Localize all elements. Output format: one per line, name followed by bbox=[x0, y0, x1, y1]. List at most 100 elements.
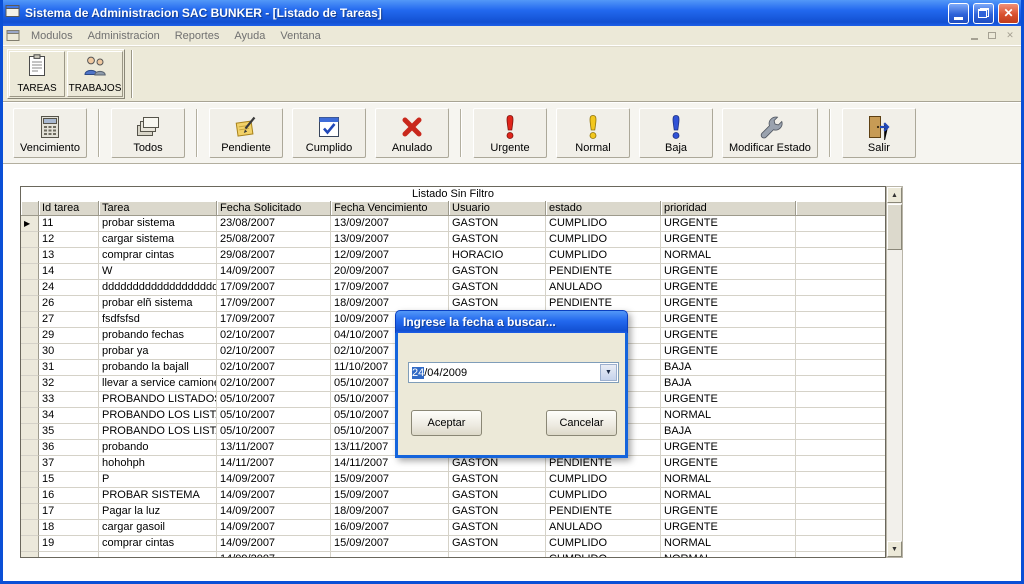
table-row[interactable]: 19comprar cintas14/09/200715/09/2007GAST… bbox=[21, 536, 885, 552]
baja-button[interactable]: Baja bbox=[639, 108, 713, 158]
row-selector[interactable] bbox=[21, 248, 39, 264]
table-cell-filler bbox=[796, 216, 885, 232]
todos-button[interactable]: Todos bbox=[111, 108, 185, 158]
mdi-restore-icon[interactable] bbox=[984, 29, 1000, 43]
table-row[interactable]: 16PROBAR SISTEMA14/09/200715/09/2007GAST… bbox=[21, 488, 885, 504]
row-selector[interactable] bbox=[21, 488, 39, 504]
table-cell: PROBANDO LOS LISTA bbox=[99, 408, 217, 424]
row-selector[interactable] bbox=[21, 520, 39, 536]
menu-modulos[interactable]: Modulos bbox=[24, 28, 80, 44]
table-cell: 29/08/2007 bbox=[217, 248, 331, 264]
table-cell: 14/09/2007 bbox=[217, 536, 331, 552]
vencimiento-button[interactable]: Vencimiento bbox=[13, 108, 87, 158]
row-selector[interactable] bbox=[21, 424, 39, 440]
column-header-fecha-solicitado[interactable]: Fecha Solicitado bbox=[217, 201, 331, 216]
table-row[interactable]: 12cargar sistema25/08/200713/09/2007GAST… bbox=[21, 232, 885, 248]
table-cell: 15/09/2007 bbox=[331, 488, 449, 504]
table-row[interactable]: ▶11probar sistema23/08/200713/09/2007GAS… bbox=[21, 216, 885, 232]
anulado-button[interactable]: Anulado bbox=[375, 108, 449, 158]
date-combobox[interactable]: 24/04/2009 ▼ bbox=[408, 362, 619, 383]
table-row[interactable]: 15P14/09/200715/09/2007GASTONCUMPLIDONOR… bbox=[21, 472, 885, 488]
scroll-up-button[interactable]: ▲ bbox=[887, 187, 902, 203]
tareas-button[interactable]: TAREAS bbox=[9, 51, 65, 97]
row-selector[interactable] bbox=[21, 440, 39, 456]
modificar-estado-button[interactable]: Modificar Estado bbox=[722, 108, 818, 158]
table-row[interactable]: 37hohohph14/11/200714/11/2007GASTONPENDI… bbox=[21, 456, 885, 472]
salir-button[interactable]: Salir bbox=[842, 108, 916, 158]
menu-reportes[interactable]: Reportes bbox=[168, 28, 227, 44]
table-row[interactable]: 14/09/2007CUMPLIDONORMAL bbox=[21, 552, 885, 558]
table-cell: 18 bbox=[39, 520, 99, 536]
table-cell: 11 bbox=[39, 216, 99, 232]
row-selector[interactable] bbox=[21, 552, 39, 558]
table-cell: 17/09/2007 bbox=[217, 312, 331, 328]
table-row[interactable]: 17Pagar la luz14/09/200718/09/2007GASTON… bbox=[21, 504, 885, 520]
row-selector[interactable] bbox=[21, 344, 39, 360]
table-cell: 05/10/2007 bbox=[217, 408, 331, 424]
column-header-id-tarea[interactable]: Id tarea bbox=[39, 201, 99, 216]
mdi-minimize-icon[interactable] bbox=[966, 29, 982, 43]
close-button[interactable]: ✕ bbox=[998, 3, 1019, 24]
row-selector[interactable] bbox=[21, 312, 39, 328]
combo-dropdown-button[interactable]: ▼ bbox=[600, 364, 617, 381]
scroll-thumb[interactable] bbox=[887, 204, 902, 250]
table-cell: 13/09/2007 bbox=[331, 216, 449, 232]
row-selector[interactable] bbox=[21, 392, 39, 408]
table-cell-filler bbox=[796, 408, 885, 424]
anulado-label: Anulado bbox=[392, 142, 432, 154]
table-row[interactable]: 18cargar gasoil14/09/200716/09/2007GASTO… bbox=[21, 520, 885, 536]
menu-administracion[interactable]: Administracion bbox=[81, 28, 167, 44]
column-header-estado[interactable]: estado bbox=[546, 201, 661, 216]
dialog-title-bar[interactable]: Ingrese la fecha a buscar... bbox=[395, 310, 628, 333]
stack-icon bbox=[135, 113, 161, 141]
table-cell: 02/10/2007 bbox=[217, 344, 331, 360]
table-cell: PROBAR SISTEMA bbox=[99, 488, 217, 504]
row-selector[interactable] bbox=[21, 376, 39, 392]
scroll-down-button[interactable]: ▼ bbox=[887, 541, 902, 557]
table-cell: CUMPLIDO bbox=[546, 248, 661, 264]
column-header-tarea[interactable]: Tarea bbox=[99, 201, 217, 216]
table-cell-filler bbox=[796, 440, 885, 456]
title-bar[interactable]: Sistema de Administracion SAC BUNKER - [… bbox=[0, 0, 1024, 26]
child-window-icon[interactable] bbox=[6, 28, 21, 43]
table-row[interactable]: 24dddddddddddddddddddd17/09/200717/09/20… bbox=[21, 280, 885, 296]
urgente-button[interactable]: Urgente bbox=[473, 108, 547, 158]
row-selector[interactable] bbox=[21, 408, 39, 424]
restore-icon bbox=[978, 8, 989, 18]
row-selector[interactable] bbox=[21, 280, 39, 296]
table-row[interactable]: 14W14/09/200720/09/2007GASTONPENDIENTEUR… bbox=[21, 264, 885, 280]
current-row-marker[interactable]: ▶ bbox=[21, 216, 39, 232]
row-selector[interactable] bbox=[21, 232, 39, 248]
column-header-prioridad[interactable]: prioridad bbox=[661, 201, 796, 216]
mdi-window-controls: ✕ bbox=[966, 29, 1018, 43]
table-cell bbox=[331, 552, 449, 558]
row-selector[interactable] bbox=[21, 536, 39, 552]
row-selector[interactable] bbox=[21, 504, 39, 520]
restore-button[interactable] bbox=[973, 3, 994, 24]
menu-ventana[interactable]: Ventana bbox=[273, 28, 327, 44]
menu-ayuda[interactable]: Ayuda bbox=[227, 28, 272, 44]
row-selector[interactable] bbox=[21, 328, 39, 344]
row-selector[interactable] bbox=[21, 360, 39, 376]
column-header-fecha-vencimiento[interactable]: Fecha Vencimiento bbox=[331, 201, 449, 216]
minimize-button[interactable] bbox=[948, 3, 969, 24]
normal-button[interactable]: Normal bbox=[556, 108, 630, 158]
mdi-close-icon[interactable]: ✕ bbox=[1002, 29, 1018, 43]
table-cell: fsdfsfsd bbox=[99, 312, 217, 328]
column-header-usuario[interactable]: Usuario bbox=[449, 201, 546, 216]
row-selector[interactable] bbox=[21, 456, 39, 472]
pendiente-button[interactable]: Pendiente bbox=[209, 108, 283, 158]
table-cell: 17/09/2007 bbox=[331, 280, 449, 296]
cumplido-label: Cumplido bbox=[306, 142, 352, 154]
trabajos-button[interactable]: TRABAJOS bbox=[67, 51, 123, 97]
row-selector[interactable] bbox=[21, 264, 39, 280]
vertical-scrollbar[interactable]: ▲ ▼ bbox=[886, 186, 903, 558]
table-row[interactable]: 13comprar cintas29/08/200712/09/2007HORA… bbox=[21, 248, 885, 264]
cumplido-button[interactable]: Cumplido bbox=[292, 108, 366, 158]
cancelar-button[interactable]: Cancelar bbox=[546, 410, 617, 436]
row-selector[interactable] bbox=[21, 472, 39, 488]
aceptar-button[interactable]: Aceptar bbox=[411, 410, 482, 436]
table-cell: 13/11/2007 bbox=[217, 440, 331, 456]
table-cell: W bbox=[99, 264, 217, 280]
row-selector[interactable] bbox=[21, 296, 39, 312]
